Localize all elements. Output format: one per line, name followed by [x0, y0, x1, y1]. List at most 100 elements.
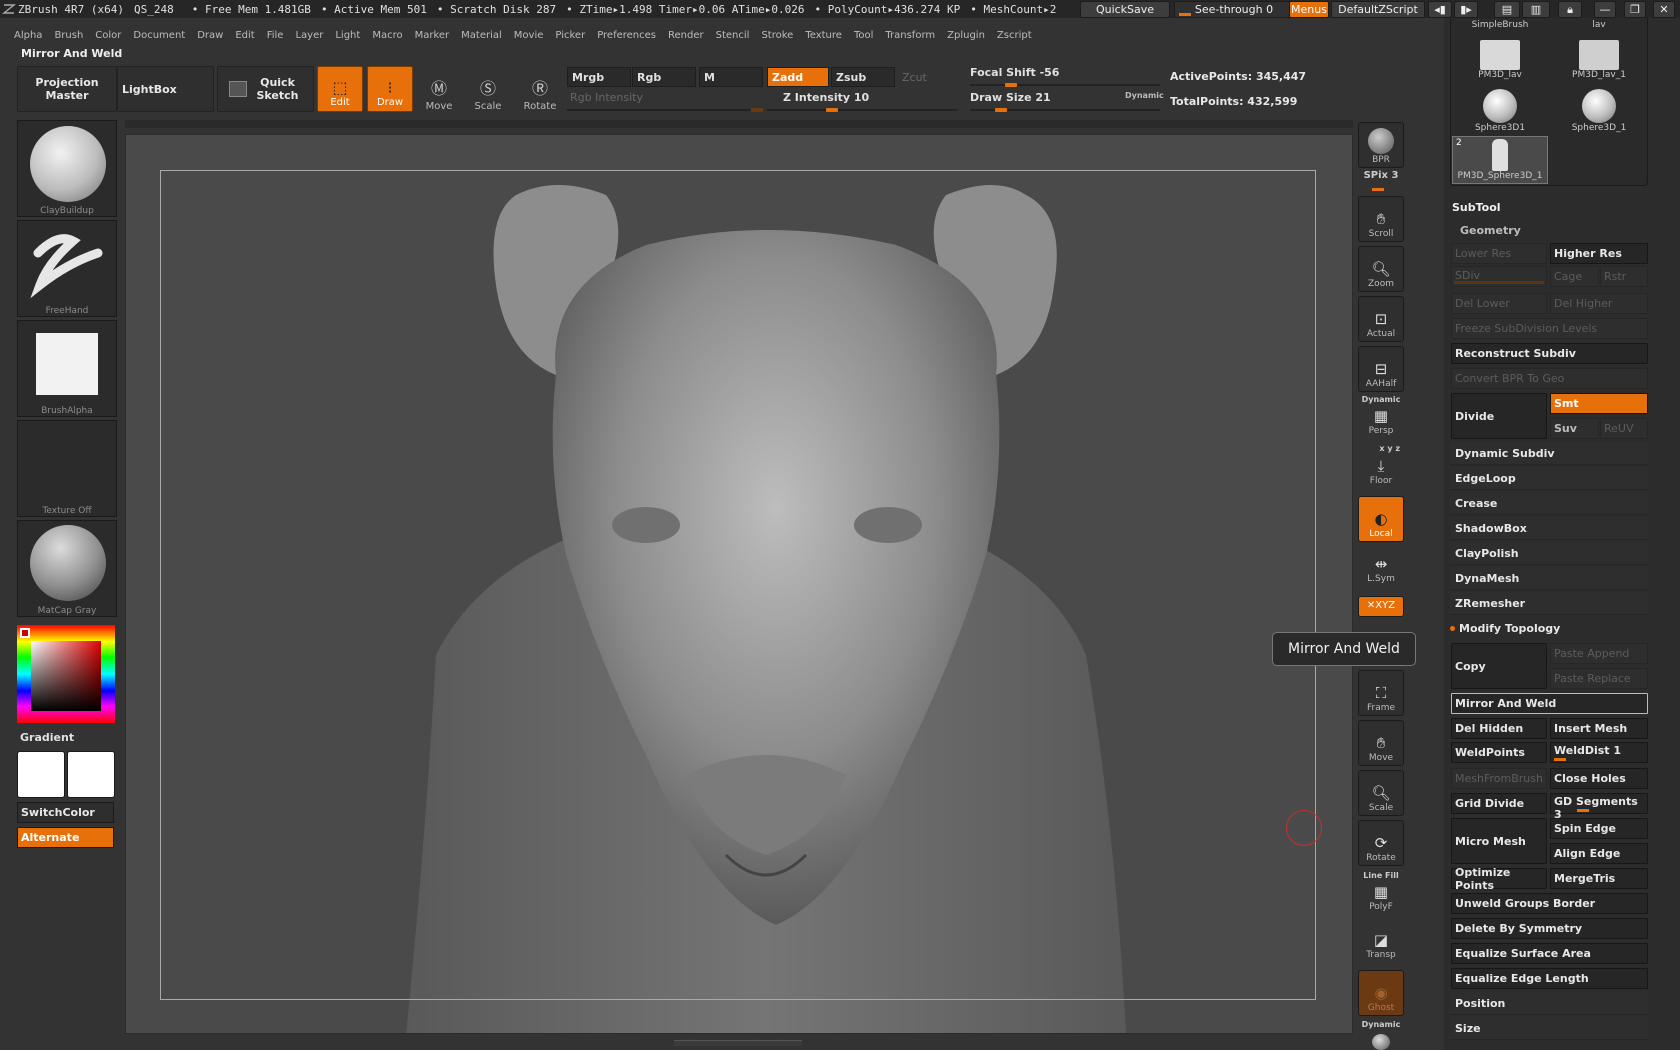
color-picker[interactable] — [17, 625, 115, 723]
paste-append-button[interactable]: Paste Append — [1550, 643, 1648, 664]
gradient-label[interactable]: Gradient — [20, 731, 74, 744]
menu-transform[interactable]: Transform — [885, 30, 935, 41]
zcut-button[interactable]: Zcut — [897, 67, 957, 87]
menus-button[interactable]: Menus — [1289, 1, 1329, 18]
modify-topology-header[interactable]: Modify Topology — [1450, 617, 1648, 640]
spin-edge-button[interactable]: Spin Edge — [1550, 818, 1648, 839]
reuv-button[interactable]: ReUV — [1600, 418, 1648, 439]
menu-stencil[interactable]: Stencil — [716, 30, 750, 41]
see-through-slider[interactable]: See-through 0 — [1174, 1, 1294, 18]
micro-mesh-button[interactable]: Micro Mesh — [1451, 818, 1547, 864]
rotate-view-button[interactable]: ⟳ Rotate — [1358, 820, 1404, 866]
move-tool-button[interactable]: Ⓜ Move — [416, 66, 462, 112]
reconstruct-subdiv-button[interactable]: Reconstruct Subdiv — [1451, 343, 1648, 364]
close-holes-button[interactable]: Close Holes — [1550, 768, 1648, 789]
edgeloop-section[interactable]: EdgeLoop — [1450, 467, 1648, 490]
higher-res-button[interactable]: Higher Res — [1550, 243, 1648, 264]
default-zscript-button[interactable]: DefaultZScript — [1331, 1, 1425, 18]
actual-button[interactable]: ⊡ Actual — [1358, 296, 1404, 342]
main-color-swatch[interactable] — [17, 751, 65, 798]
grid-divide-button[interactable]: Grid Divide — [1451, 793, 1547, 814]
brush-selector[interactable]: ClayBuildup — [17, 120, 117, 217]
aahalf-button[interactable]: ⊟ AAHalf — [1358, 346, 1404, 392]
freeze-subdivision-levels-button[interactable]: Freeze SubDivision Levels — [1451, 318, 1648, 339]
projection-master-button[interactable]: Projection Master — [17, 66, 117, 112]
menu-light[interactable]: Light — [335, 30, 360, 41]
menu-alpha[interactable]: Alpha — [14, 30, 42, 41]
minimize-icon[interactable]: — — [1594, 1, 1616, 18]
equalize-surface-area-button[interactable]: Equalize Surface Area — [1451, 943, 1648, 964]
texture-selector[interactable]: Texture Off — [17, 420, 117, 517]
focal-shift-knob[interactable] — [1005, 83, 1017, 87]
frame-button[interactable]: ⛶ Frame — [1358, 670, 1404, 716]
mirror-and-weld-button[interactable]: Mirror And Weld — [1451, 693, 1648, 714]
rgb-button[interactable]: Rgb — [632, 67, 696, 87]
quicksave-button[interactable]: QuickSave — [1080, 1, 1170, 18]
position-section[interactable]: Position — [1450, 992, 1648, 1015]
tray-right-icon[interactable]: ▮▸ — [1454, 1, 1478, 18]
menu-zplugin[interactable]: Zplugin — [947, 30, 985, 41]
menu-zscript[interactable]: Zscript — [997, 30, 1032, 41]
paste-replace-button[interactable]: Paste Replace — [1550, 668, 1648, 689]
bpr-button[interactable]: BPR — [1358, 122, 1404, 168]
rgb-intensity-knob[interactable] — [751, 108, 763, 112]
canvas-bottom-scrollbar[interactable] — [674, 1040, 802, 1046]
switch-color-button[interactable]: SwitchColor — [17, 802, 114, 823]
menu-file[interactable]: File — [267, 30, 284, 41]
menu-layer[interactable]: Layer — [295, 30, 323, 41]
thumb-pm3d-lav[interactable]: PM3D_lav — [1452, 40, 1548, 88]
lsym-button[interactable]: ⇹ L.Sym — [1358, 548, 1404, 586]
menu-document[interactable]: Document — [133, 30, 185, 41]
mrgb-button[interactable]: Mrgb — [567, 67, 631, 87]
delete-by-symmetry-button[interactable]: Delete By Symmetry — [1451, 918, 1648, 939]
draw-button[interactable]: ⁝ Draw — [367, 66, 413, 112]
menu-color[interactable]: Color — [95, 30, 121, 41]
thumb-sphere3d1[interactable]: Sphere3D1 — [1452, 89, 1548, 137]
menu-movie[interactable]: Movie — [514, 30, 544, 41]
divide-button[interactable]: Divide — [1451, 393, 1547, 439]
canvas-top-ruler[interactable] — [125, 120, 1353, 128]
ghost-button[interactable]: ◉ Ghost — [1358, 970, 1404, 1016]
color-saturation-field[interactable] — [31, 641, 101, 711]
menu-marker[interactable]: Marker — [415, 30, 450, 41]
secondary-color-swatch[interactable] — [67, 751, 115, 798]
menu-texture[interactable]: Texture — [805, 30, 842, 41]
rotate-tool-button[interactable]: Ⓡ Rotate — [517, 66, 563, 112]
dynamesh-section[interactable]: DynaMesh — [1450, 567, 1648, 590]
dock-bottom-sphere-icon[interactable] — [1372, 1034, 1390, 1050]
zremesher-section[interactable]: ZRemesher — [1450, 592, 1648, 615]
xyz-button[interactable]: ✕XYZ — [1358, 596, 1404, 617]
stroke-selector[interactable]: FreeHand — [17, 220, 117, 317]
floor-button[interactable]: ⤓ Floor — [1358, 452, 1404, 488]
claypolish-section[interactable]: ClayPolish — [1450, 542, 1648, 565]
menu-picker[interactable]: Picker — [555, 30, 585, 41]
close-icon[interactable]: ✕ — [1653, 1, 1675, 18]
thumb-pm3d-lav-1[interactable]: PM3D_lav_1 — [1551, 40, 1647, 88]
convert-bpr-to-geo-button[interactable]: Convert BPR To Geo — [1451, 368, 1648, 389]
thumb-pm3d-sphere3d-1[interactable]: 2 PM3D_Sphere3D_1 — [1452, 136, 1548, 184]
menu-preferences[interactable]: Preferences — [597, 30, 656, 41]
lock-icon[interactable]: 🔒︎ — [1558, 1, 1582, 18]
line-fill-label[interactable]: Line Fill — [1358, 871, 1404, 880]
zbrush-logo-icon[interactable] — [0, 0, 18, 18]
persp-button[interactable]: ▦ Persp — [1358, 402, 1404, 438]
restore-icon[interactable]: ❐ — [1624, 1, 1646, 18]
zadd-button[interactable]: Zadd — [767, 67, 829, 87]
move-view-button[interactable]: ✋︎ Move — [1358, 720, 1404, 766]
thumb-sphere3d-1[interactable]: Sphere3D_1 — [1551, 89, 1647, 137]
zsub-button[interactable]: Zsub — [831, 67, 895, 87]
rstr-button[interactable]: Rstr — [1600, 266, 1648, 287]
spix-slider-knob[interactable] — [1372, 188, 1384, 191]
dynamic-toggle[interactable]: Dynamic — [1125, 91, 1164, 100]
del-hidden-button[interactable]: Del Hidden — [1451, 718, 1547, 739]
weldpoints-button[interactable]: WeldPoints — [1451, 742, 1547, 763]
dynamic-subdiv-section[interactable]: Dynamic Subdiv — [1450, 442, 1648, 465]
z-intensity-slider[interactable] — [767, 109, 957, 111]
alternate-button[interactable]: Alternate — [17, 827, 114, 848]
menu-material[interactable]: Material — [461, 30, 502, 41]
welddist-slider[interactable]: WeldDist 1 — [1550, 742, 1648, 763]
z-intensity-knob[interactable] — [826, 108, 838, 112]
quick-sketch-button[interactable]: Quick Sketch — [217, 66, 314, 112]
del-lower-button[interactable]: Del Lower — [1451, 293, 1547, 314]
gd-segments-slider[interactable]: GD Segments 3 — [1550, 793, 1648, 821]
